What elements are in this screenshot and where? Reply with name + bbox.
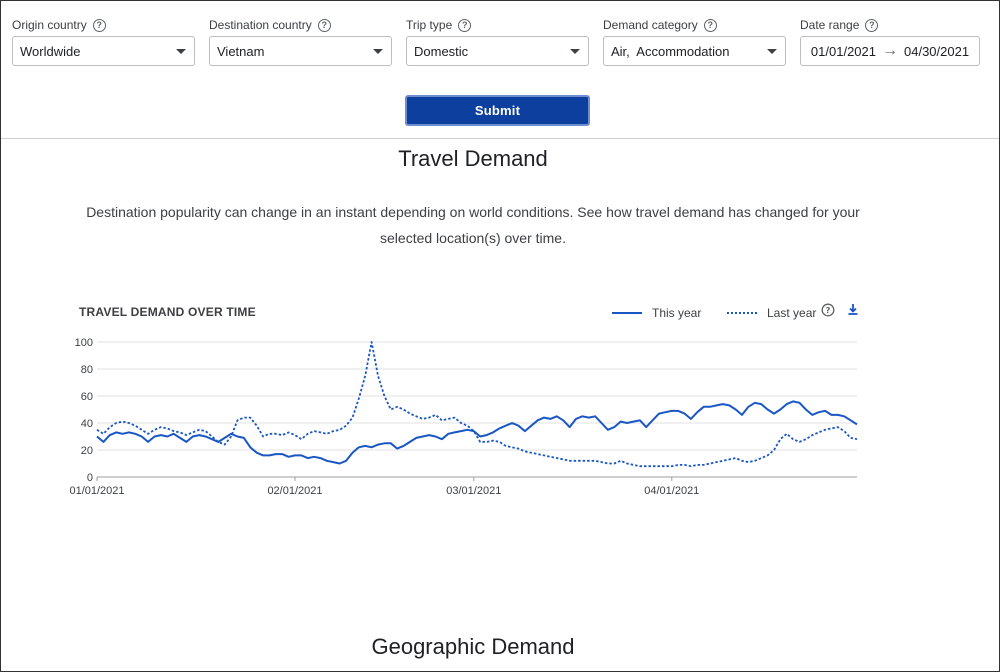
x-tick-label: 03/01/2021 [446, 485, 501, 497]
x-tick-label: 01/01/2021 [69, 485, 124, 497]
travel-demand-chart[interactable]: 100 80 60 40 20 001/01/2021 02/01/2021 03/01/20… [0, 0, 1000, 672]
y-tick-label: 100 [75, 337, 93, 349]
series-line-last-year [96, 341, 858, 468]
y-tick-label: 80 [81, 364, 93, 376]
y-tick-label: 40 [81, 418, 93, 430]
x-tick-label: 02/01/2021 [267, 485, 322, 497]
y-tick-label: 0 [87, 472, 93, 484]
series-line-this-year [96, 400, 858, 465]
y-tick-label: 60 [81, 391, 93, 403]
x-tick-label: 04/01/2021 [644, 485, 699, 497]
geographic-demand-title: Geographic Demand [371, 634, 575, 659]
y-tick-label: 20 [81, 445, 93, 457]
